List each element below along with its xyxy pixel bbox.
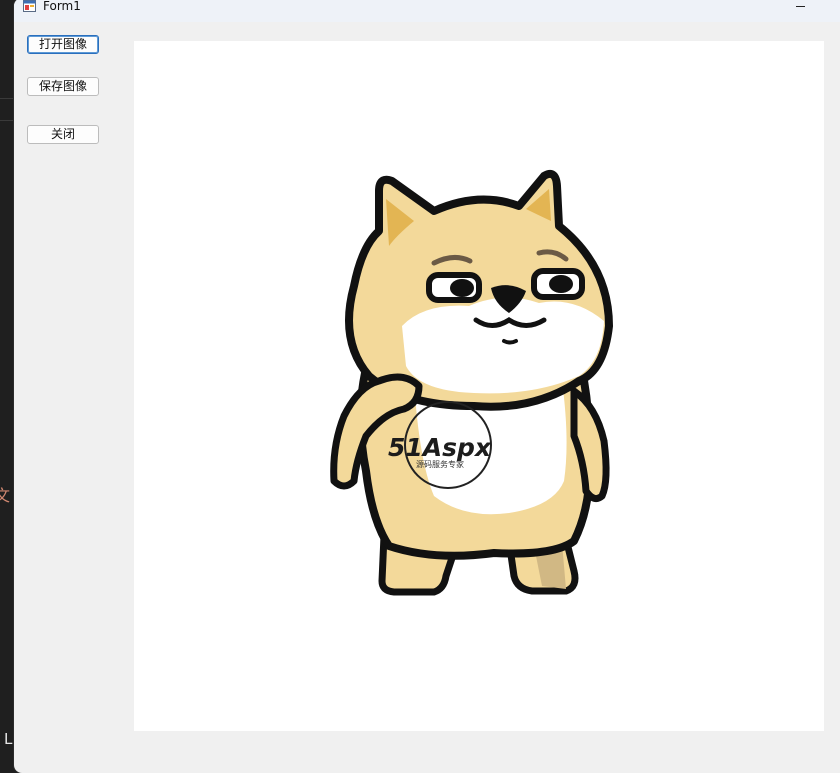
- background-divider: [0, 120, 14, 121]
- watermark-tagline: 源码服务专家: [416, 459, 464, 469]
- background-text-fragment: 文: [0, 486, 11, 505]
- window-title: Form1: [43, 0, 81, 13]
- title-bar[interactable]: Form1: [14, 0, 840, 22]
- open-image-button[interactable]: 打开图像: [27, 35, 99, 54]
- close-button[interactable]: 关闭: [27, 125, 99, 144]
- watermark-brand: 51Aspx: [388, 433, 492, 462]
- picture-box: 51Aspx 源码服务专家: [134, 41, 824, 731]
- background-divider: [0, 98, 14, 99]
- background-ide: [0, 0, 14, 773]
- minimize-button[interactable]: [784, 0, 818, 18]
- minimize-icon: [796, 6, 805, 7]
- background-text-fragment: L: [4, 730, 13, 748]
- shiba-dog-image: 51Aspx 源码服务专家: [330, 170, 613, 596]
- app-form-icon: [23, 0, 36, 12]
- form-window: Form1 打开图像 保存图像 关闭 51Aspx 源码服务专家: [14, 0, 840, 773]
- save-image-button[interactable]: 保存图像: [27, 77, 99, 96]
